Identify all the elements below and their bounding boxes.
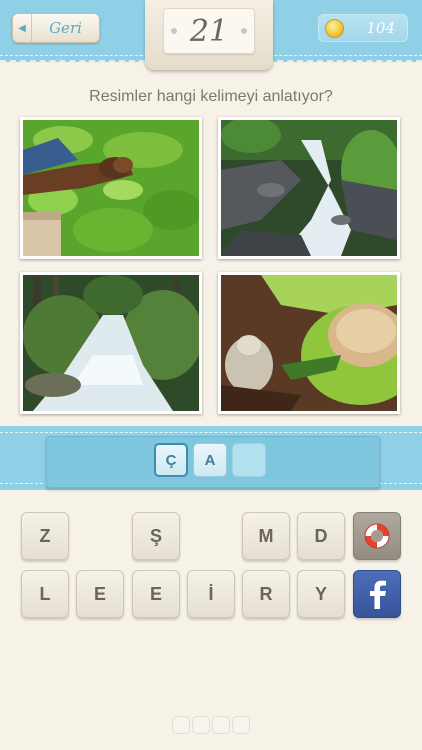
letter-key[interactable]: D bbox=[297, 512, 345, 560]
letter-key[interactable]: E bbox=[132, 570, 180, 618]
facebook-icon bbox=[370, 580, 386, 609]
level-number: 21 bbox=[189, 13, 229, 49]
back-arrow-icon: ◀ bbox=[13, 14, 32, 42]
coin-count: 104 bbox=[366, 19, 395, 37]
letter-key[interactable]: İ bbox=[187, 570, 235, 618]
letter-key[interactable]: M bbox=[242, 512, 290, 560]
page-indicator bbox=[0, 716, 422, 734]
back-button-label: Geri bbox=[49, 19, 82, 37]
forest-river-image bbox=[23, 275, 199, 411]
photo-tea-picking[interactable] bbox=[20, 117, 202, 259]
pin-icon bbox=[241, 28, 247, 34]
cup-of-tea-image bbox=[221, 275, 397, 411]
answer-slot-1[interactable]: Ç bbox=[154, 443, 188, 477]
coin-counter[interactable]: 104 bbox=[318, 14, 408, 42]
rocky-stream-image bbox=[221, 120, 397, 256]
back-button[interactable]: ◀ Geri bbox=[12, 13, 100, 43]
answer-slot-2[interactable]: A bbox=[193, 443, 227, 477]
lifebuoy-icon bbox=[364, 523, 390, 549]
letter-key[interactable]: Ş bbox=[132, 512, 180, 560]
letter-key[interactable]: Y bbox=[297, 570, 345, 618]
photo-cup-of-tea[interactable] bbox=[218, 272, 400, 414]
page-dot bbox=[232, 716, 250, 734]
letter-key[interactable]: E bbox=[76, 570, 124, 618]
answer-slots: Ç A bbox=[154, 443, 266, 477]
photo-forest-river[interactable] bbox=[20, 272, 202, 414]
question-text: Resimler hangi kelimeyi anlatıyor? bbox=[89, 88, 333, 105]
page-dot bbox=[172, 716, 190, 734]
facebook-share-button[interactable] bbox=[353, 570, 401, 618]
letter-key[interactable]: L bbox=[21, 570, 69, 618]
help-button[interactable] bbox=[353, 512, 401, 560]
letter-key[interactable]: R bbox=[242, 570, 290, 618]
photo-rocky-stream[interactable] bbox=[218, 117, 400, 259]
level-indicator: 21 bbox=[145, 0, 273, 70]
level-card: 21 bbox=[163, 8, 255, 54]
page-dot bbox=[192, 716, 210, 734]
pin-icon bbox=[171, 28, 177, 34]
answer-slot-3[interactable] bbox=[232, 443, 266, 477]
page-dot bbox=[212, 716, 230, 734]
letter-key[interactable]: Z bbox=[21, 512, 69, 560]
coin-icon bbox=[325, 18, 344, 38]
tea-picking-image bbox=[23, 120, 199, 256]
